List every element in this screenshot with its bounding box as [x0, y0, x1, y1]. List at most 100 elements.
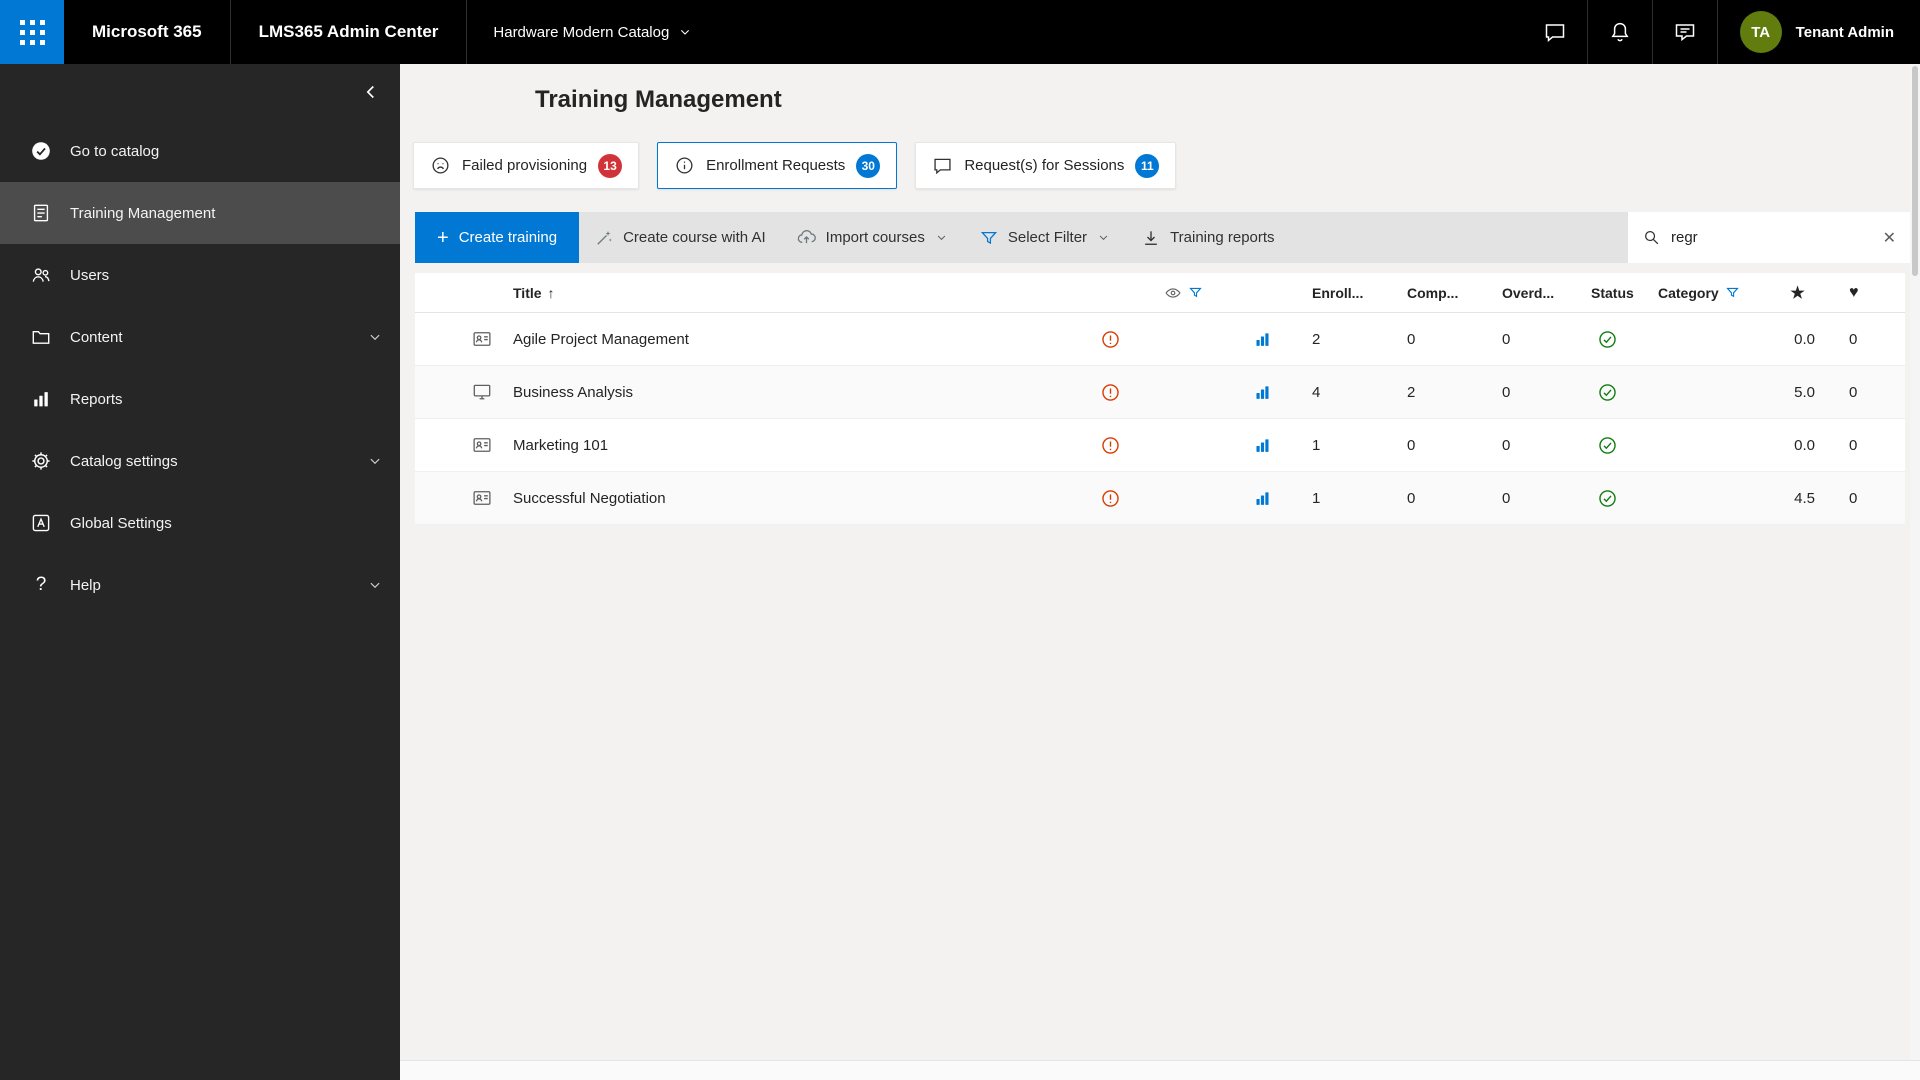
column-header-visibility[interactable]	[1150, 284, 1300, 302]
sort-ascending-icon: ↑	[547, 284, 555, 301]
enrolled-count: 1	[1312, 489, 1321, 507]
select-filter-button[interactable]: Select Filter	[964, 212, 1126, 263]
magic-wand-icon	[594, 228, 614, 248]
completed-count: 0	[1407, 489, 1416, 507]
column-header-title[interactable]: Title ↑	[495, 285, 1070, 301]
enrolled-count: 4	[1312, 383, 1321, 401]
clear-search-button[interactable]: ✕	[1883, 228, 1896, 248]
filter-funnel-icon	[1725, 285, 1740, 300]
enrolled-count: 2	[1312, 330, 1321, 348]
rating-value: 4.5	[1794, 489, 1815, 507]
training-title[interactable]: Business Analysis	[495, 384, 1070, 401]
info-icon	[674, 155, 695, 176]
table-row[interactable]: Agile Project Management 2 0 0 0.0 0	[415, 313, 1905, 366]
tab-bar: Failed provisioning 13 Enrollment Reques…	[413, 142, 1920, 189]
tab-enrollment-requests[interactable]: Enrollment Requests 30	[657, 142, 898, 189]
import-courses-button[interactable]: Import courses	[781, 212, 964, 263]
chat-button[interactable]	[1523, 0, 1587, 64]
alert-circle-icon[interactable]	[1100, 435, 1121, 456]
create-course-with-ai-button[interactable]: Create course with AI	[579, 212, 781, 263]
column-header-enrolled[interactable]: Enroll...	[1300, 285, 1395, 301]
overdue-count: 0	[1502, 383, 1511, 401]
collapse-sidebar-button[interactable]	[360, 81, 382, 103]
search-icon	[1642, 228, 1661, 247]
lms365-admin-center-link[interactable]: LMS365 Admin Center	[231, 0, 467, 64]
search-box: ✕	[1628, 212, 1910, 263]
statistics-bar-chart-icon[interactable]	[1253, 330, 1272, 349]
tab-count-badge: 30	[856, 153, 881, 178]
sidebar-item-label: Help	[70, 576, 101, 594]
chat-bubble-icon	[932, 155, 953, 176]
catalog-switcher[interactable]: Hardware Modern Catalog	[467, 0, 703, 64]
enrolled-count: 1	[1312, 436, 1321, 454]
column-header-favorites[interactable]: ♥	[1825, 284, 1905, 302]
favorites-count: 0	[1849, 330, 1858, 348]
tab-label: Failed provisioning	[462, 157, 588, 174]
sidebar-item-catalog-settings[interactable]: Catalog settings	[0, 430, 400, 492]
monitor-icon	[471, 381, 493, 403]
training-title[interactable]: Successful Negotiation	[495, 490, 1070, 507]
training-reports-button[interactable]: Training reports	[1126, 212, 1290, 263]
checkmark-circle-icon	[30, 140, 52, 162]
notifications-button[interactable]	[1588, 0, 1652, 64]
app-launcher-button[interactable]	[0, 0, 64, 64]
statistics-bar-chart-icon[interactable]	[1253, 489, 1272, 508]
sidebar-item-content[interactable]: Content	[0, 306, 400, 368]
horizontal-scrollbar[interactable]	[400, 1060, 1920, 1080]
tab-failed-provisioning[interactable]: Failed provisioning 13	[413, 142, 640, 189]
training-title[interactable]: Agile Project Management	[495, 331, 1070, 348]
sidebar-item-label: Content	[70, 328, 123, 346]
sidebar-item-reports[interactable]: Reports	[0, 368, 400, 430]
account-button[interactable]: TA Tenant Admin	[1718, 0, 1920, 64]
chevron-down-icon	[366, 452, 384, 470]
training-table: Title ↑ Enroll... Comp... Overd... Statu…	[415, 273, 1905, 525]
alert-circle-icon[interactable]	[1100, 382, 1121, 403]
column-header-status[interactable]: Status	[1585, 285, 1650, 301]
favorites-count: 0	[1849, 489, 1858, 507]
check-circle-green-icon	[1597, 488, 1618, 509]
sidebar-item-label: Catalog settings	[70, 452, 178, 470]
tab-label: Enrollment Requests	[706, 157, 846, 174]
favorites-count: 0	[1849, 383, 1858, 401]
feedback-button[interactable]	[1653, 0, 1717, 64]
plus-icon: +	[437, 226, 449, 249]
folder-icon	[30, 326, 52, 348]
column-header-rating[interactable]: ★	[1770, 283, 1825, 303]
alert-circle-icon[interactable]	[1100, 329, 1121, 350]
chat-icon	[1543, 20, 1567, 44]
cloud-upload-icon	[796, 227, 817, 248]
sidebar-item-go-to-catalog[interactable]: Go to catalog	[0, 120, 400, 182]
table-row[interactable]: Successful Negotiation 1 0 0 4.5 0	[415, 472, 1905, 525]
column-header-category[interactable]: Category	[1650, 285, 1770, 301]
topbar: Microsoft 365 LMS365 Admin Center Hardwa…	[0, 0, 1920, 64]
table-row[interactable]: Business Analysis 4 2 0 5.0 0	[415, 366, 1905, 419]
page-title: Training Management	[535, 86, 782, 113]
id-card-icon	[471, 328, 493, 350]
column-header-completed[interactable]: Comp...	[1395, 285, 1490, 301]
sidebar-item-help[interactable]: ? Help	[0, 554, 400, 616]
column-header-overdue[interactable]: Overd...	[1490, 285, 1585, 301]
tab-label: Request(s) for Sessions	[964, 157, 1125, 174]
alert-circle-icon[interactable]	[1100, 488, 1121, 509]
search-input[interactable]	[1671, 229, 1873, 246]
id-card-icon	[471, 487, 493, 509]
sidebar-item-users[interactable]: Users	[0, 244, 400, 306]
table-row[interactable]: Marketing 101 1 0 0 0.0 0	[415, 419, 1905, 472]
tab-requests-for-sessions[interactable]: Request(s) for Sessions 11	[915, 142, 1177, 189]
vertical-scrollbar[interactable]	[1910, 64, 1920, 1060]
sidebar-item-label: Global Settings	[70, 514, 172, 532]
check-circle-green-icon	[1597, 382, 1618, 403]
chevron-down-icon	[677, 24, 693, 40]
sidebar-item-global-settings[interactable]: Global Settings	[0, 492, 400, 554]
training-title[interactable]: Marketing 101	[495, 437, 1070, 454]
sad-face-icon	[430, 155, 451, 176]
completed-count: 0	[1407, 436, 1416, 454]
gear-icon	[30, 450, 52, 472]
statistics-bar-chart-icon[interactable]	[1253, 383, 1272, 402]
create-training-button[interactable]: + Create training	[415, 212, 580, 263]
microsoft-365-link[interactable]: Microsoft 365	[64, 0, 230, 64]
statistics-bar-chart-icon[interactable]	[1253, 436, 1272, 455]
sidebar-item-training-management[interactable]: Training Management	[0, 182, 400, 244]
vertical-scrollbar-thumb[interactable]	[1912, 66, 1918, 276]
bell-icon	[1608, 20, 1632, 44]
